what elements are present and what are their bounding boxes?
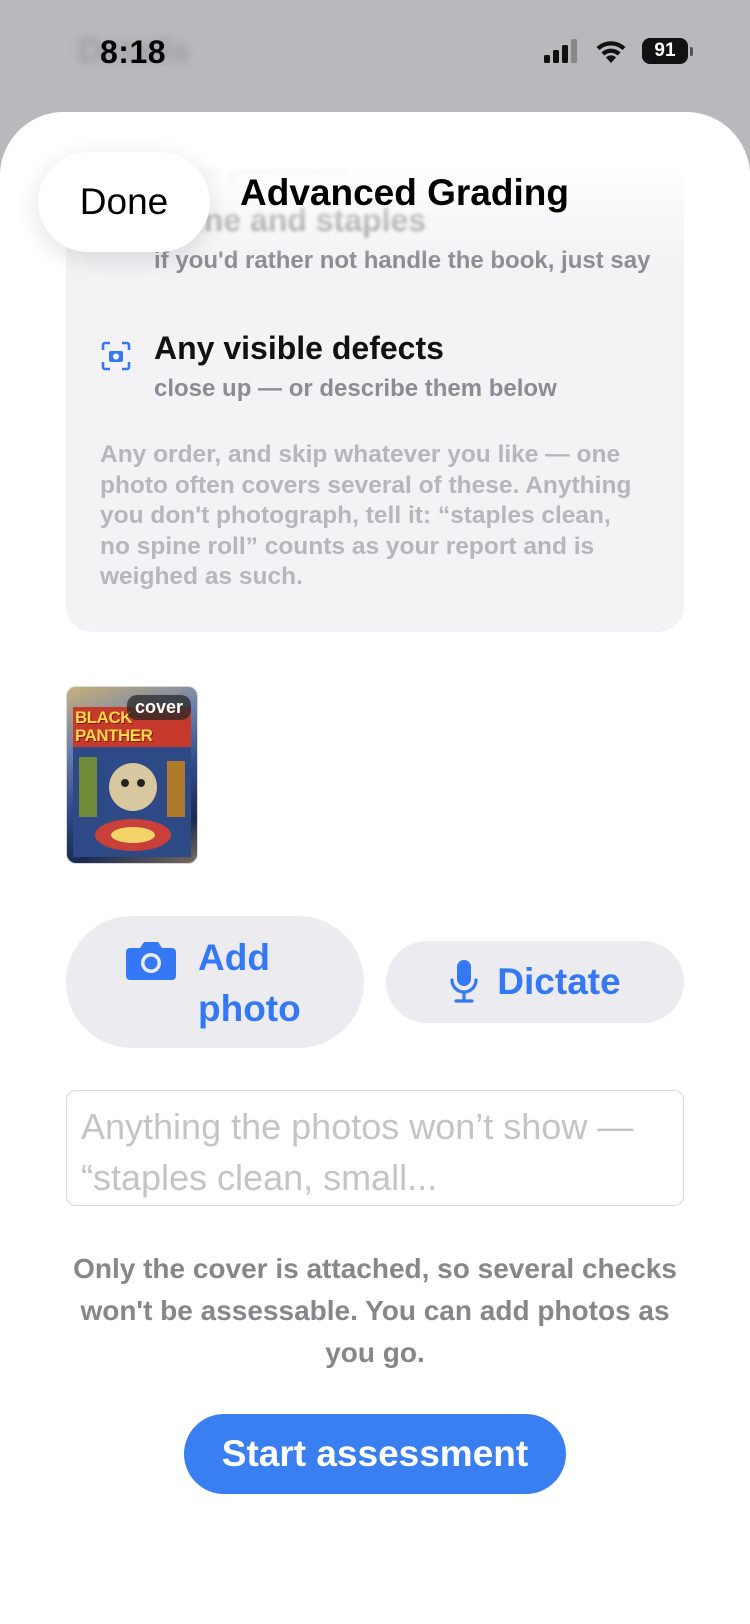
cellular-signal-icon (544, 39, 577, 63)
attached-photo-thumbnail[interactable]: BLACK PANTHER cover (66, 686, 198, 864)
status-time: 8:18 (100, 34, 167, 70)
checklist-note: Any order, and skip whatever you like — … (100, 441, 632, 590)
camera-icon (126, 942, 176, 980)
sheet-title: Advanced Grading (240, 172, 569, 213)
done-button[interactable]: Done (38, 152, 210, 252)
microphone-icon (450, 960, 478, 1003)
battery-icon: 91 (642, 38, 693, 64)
checklist-item-title: Any visible defects (154, 330, 444, 366)
camera-viewfinder-icon (100, 340, 132, 372)
photo-label-badge: cover (126, 695, 191, 720)
checklist-partial-subtitle: paper quality, centerfold, (152, 124, 436, 151)
checklist-item-subtitle: close up — or describe them below (154, 375, 557, 402)
attachment-hint: Only the cover is attached, so several c… (73, 1253, 677, 1368)
status-icons: 91 (544, 38, 693, 64)
checklist-item-subtitle: if you'd rather not handle the book, jus… (154, 247, 651, 274)
add-photo-button[interactable]: Add photo (66, 916, 364, 1048)
start-assessment-button[interactable]: Start assessment (184, 1414, 566, 1494)
camera-viewfinder-icon (100, 112, 130, 137)
dictate-button[interactable]: Dictate (386, 941, 684, 1023)
advanced-grading-sheet: Interior pages paper quality, centerfold… (0, 112, 750, 1624)
dictate-label: Dictate (497, 961, 621, 1002)
notes-placeholder: Anything the photos won’t show — “staple… (81, 1106, 634, 1198)
wifi-icon (596, 41, 626, 63)
add-photo-label: Add photo (198, 937, 301, 1029)
notes-text-field[interactable]: Anything the photos won’t show — “staple… (66, 1090, 684, 1206)
